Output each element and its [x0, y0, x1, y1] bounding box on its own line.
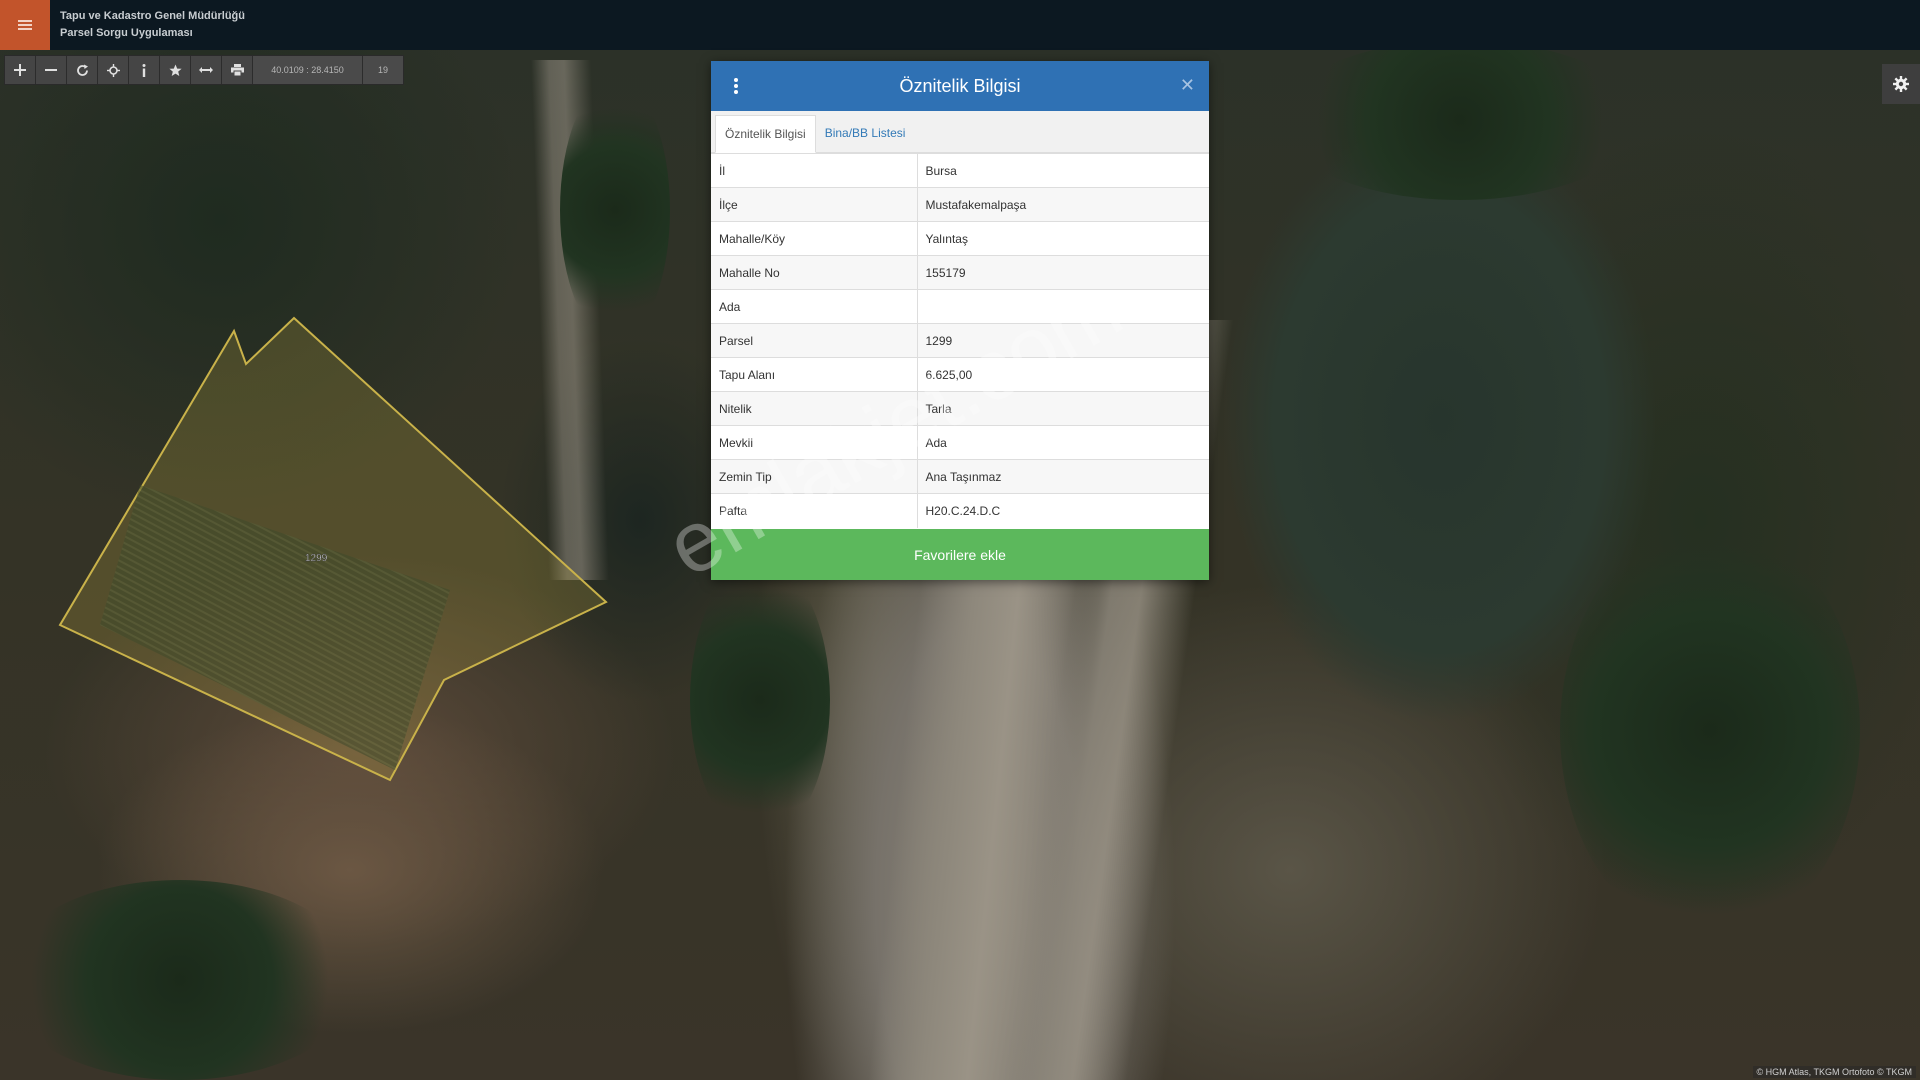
print-button[interactable] [222, 56, 253, 84]
star-icon [168, 64, 182, 76]
add-to-favorites-button[interactable]: Favorilere ekle [711, 529, 1209, 580]
app-title-line1: Tapu ve Kadastro Genel Müdürlüğü [60, 10, 245, 22]
parcel-number-label: 1299 [305, 553, 328, 564]
modal-title: Öznitelik Bilgisi [899, 75, 1021, 96]
modal-header: Öznitelik Bilgisi ✕ [711, 61, 1209, 111]
attribute-key: Tapu Alanı [711, 357, 918, 392]
zoom-in-button[interactable] [5, 56, 36, 84]
tab-building-list[interactable]: Bina/BB Listesi [816, 114, 915, 152]
attribute-value: Tarla [917, 391, 1209, 426]
top-header: Tapu ve Kadastro Genel Müdürlüğü Parsel … [0, 0, 1920, 50]
attribute-key: Ada [711, 289, 918, 324]
table-row: Zemin Tip Ana Taşınmaz [711, 459, 1209, 494]
map-attribution: © HGM Atlas, TKGM Ortofoto © TKGM [1752, 1066, 1916, 1078]
print-icon [230, 64, 244, 76]
zoom-level-readout: 19 [363, 56, 403, 84]
attribute-value: 155179 [917, 255, 1209, 290]
attribute-key: Mahalle/Köy [711, 221, 918, 256]
zoom-out-icon [45, 69, 57, 71]
zoom-out-button[interactable] [36, 56, 67, 84]
menu-button[interactable] [0, 0, 50, 50]
table-row: Tapu Alanı 6.625,00 [711, 357, 1209, 392]
zoom-in-icon [14, 64, 26, 76]
favorites-button[interactable] [160, 56, 191, 84]
map-toolbar: 40.0109 : 28.4150 19 [4, 55, 404, 85]
refresh-button[interactable] [67, 56, 98, 84]
settings-button[interactable] [1882, 64, 1920, 104]
attribute-value: 1299 [917, 323, 1209, 358]
attribute-table: İl Bursa İlçe Mustafakemalpaşa Mahalle/Köy Ya… [711, 153, 1209, 528]
attribute-key: Mahalle No [711, 255, 918, 290]
refresh-icon [76, 64, 88, 76]
attribute-value: Yalıntaş [917, 221, 1209, 256]
table-row: Nitelik Tarla [711, 391, 1209, 426]
tab-attribute-info[interactable]: Öznitelik Bilgisi [715, 115, 816, 153]
table-row: Pafta H20.C.24.D.C [711, 493, 1209, 528]
attribute-key: Nitelik [711, 391, 918, 426]
attribute-value: 6.625,00 [917, 357, 1209, 392]
attribute-info-modal: Öznitelik Bilgisi ✕ Öznitelik Bilgisi Bi… [711, 61, 1209, 580]
gear-icon [1893, 76, 1909, 92]
modal-tabs: Öznitelik Bilgisi Bina/BB Listesi [711, 111, 1209, 153]
kebab-menu-icon[interactable] [733, 76, 739, 96]
attribute-key: Pafta [711, 493, 918, 528]
table-row: Ada [711, 289, 1209, 324]
coordinate-readout: 40.0109 : 28.4150 [253, 56, 363, 84]
measure-icon [199, 67, 213, 73]
attribute-key: Zemin Tip [711, 459, 918, 494]
table-row: Parsel 1299 [711, 323, 1209, 358]
measure-button[interactable] [191, 56, 222, 84]
attribute-key: Parsel [711, 323, 918, 358]
attribute-key: Mevkii [711, 425, 918, 460]
table-row: Mahalle No 155179 [711, 255, 1209, 290]
app-title: Tapu ve Kadastro Genel Müdürlüğü Parsel … [60, 8, 245, 42]
attribute-value: Ada [917, 425, 1209, 460]
attribute-value: H20.C.24.D.C [917, 493, 1209, 528]
app-title-line2: Parsel Sorgu Uygulaması [60, 27, 193, 39]
attribute-value: Ana Taşınmaz [917, 459, 1209, 494]
attribute-value [917, 289, 1209, 324]
attribute-value: Bursa [917, 153, 1209, 188]
table-row: Mevkii Ada [711, 425, 1209, 460]
info-button[interactable] [129, 56, 160, 84]
locate-button[interactable] [98, 56, 129, 84]
hamburger-menu-icon [18, 20, 32, 30]
attribute-value: Mustafakemalpaşa [917, 187, 1209, 222]
table-row: Mahalle/Köy Yalıntaş [711, 221, 1209, 256]
attribute-key: İl [711, 153, 918, 188]
info-icon [142, 63, 146, 77]
table-row: İl Bursa [711, 153, 1209, 188]
locate-icon [106, 63, 120, 77]
table-row: İlçe Mustafakemalpaşa [711, 187, 1209, 222]
close-icon[interactable]: ✕ [1180, 76, 1195, 94]
attribute-key: İlçe [711, 187, 918, 222]
